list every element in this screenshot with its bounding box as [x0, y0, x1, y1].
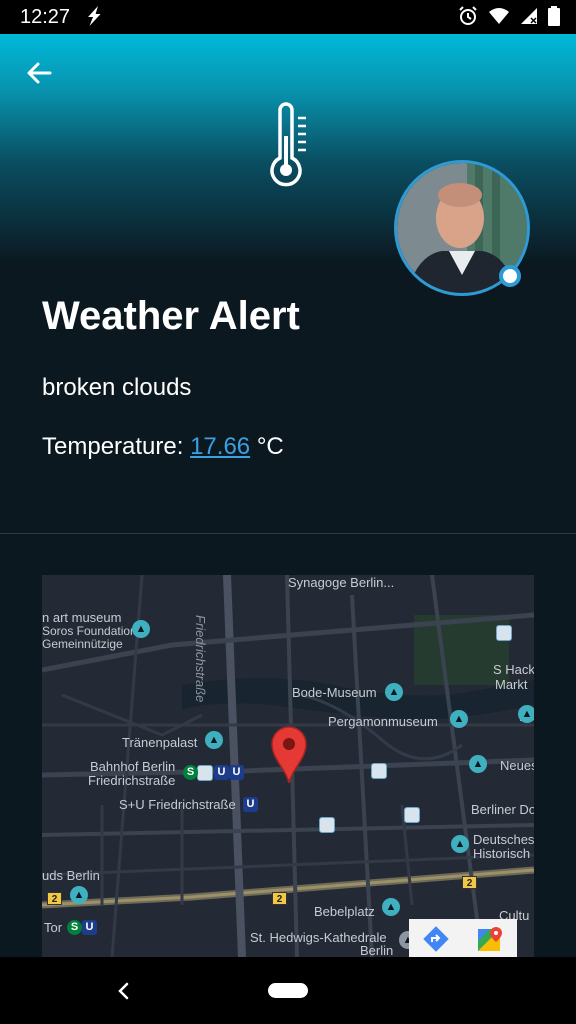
location-pin-icon[interactable]	[270, 725, 308, 785]
wifi-icon	[488, 7, 510, 25]
museum-poi-icon[interactable]: ▲	[132, 620, 150, 638]
status-bar: 12:27	[0, 0, 576, 34]
museum-poi-icon[interactable]: ▲	[205, 731, 223, 749]
road-number-badge: 2	[47, 892, 62, 905]
map-label: Bebelplatz	[314, 904, 375, 919]
map-label: n art museum	[42, 610, 122, 625]
thermometer-icon	[268, 102, 312, 188]
u-bahn-icon[interactable]: U	[214, 765, 229, 780]
u-bahn-icon[interactable]: U	[229, 765, 244, 780]
museum-poi-icon[interactable]: ▲	[70, 886, 88, 904]
nav-home-pill[interactable]	[268, 983, 308, 998]
directions-icon[interactable]	[419, 923, 453, 955]
status-time: 12:27	[20, 6, 71, 28]
map-label: Tor	[44, 920, 63, 935]
map-label: S+U Friedrichstraße	[119, 797, 236, 812]
map-label: Berlin	[360, 943, 394, 957]
tram-stop-icon[interactable]	[197, 765, 213, 781]
bus-stop-icon[interactable]	[496, 625, 512, 641]
map-label: uds Berlin	[42, 868, 100, 883]
battery-icon	[548, 6, 560, 26]
map-label: Deutsches	[473, 832, 534, 847]
map-label: Synagoge Berlin...	[288, 575, 395, 590]
alarm-icon	[458, 6, 478, 26]
google-maps-icon[interactable]	[473, 923, 507, 955]
signal-icon	[520, 7, 538, 25]
temperature-unit: °C	[256, 433, 284, 460]
temperature-row: Temperature: 17.66 °C	[42, 433, 284, 461]
temperature-value-link[interactable]: 17.66	[190, 433, 250, 460]
system-nav-bar	[0, 957, 576, 1024]
map-toolbar	[409, 919, 517, 957]
s-bahn-icon[interactable]: S	[67, 920, 82, 935]
museum-poi-icon[interactable]: ▲	[450, 710, 468, 728]
map-label: Friedrichstraße	[193, 615, 208, 703]
museum-poi-icon[interactable]: ▲	[385, 683, 403, 701]
map-label: S Hack	[493, 662, 534, 677]
bus-stop-icon[interactable]	[371, 763, 387, 779]
page-title: Weather Alert	[42, 294, 300, 338]
arrow-back-icon[interactable]	[22, 58, 56, 88]
map-label: Friedrichstraße	[88, 773, 176, 788]
bus-stop-icon[interactable]	[404, 807, 420, 823]
landmark-poi-icon[interactable]: ▲	[382, 898, 400, 916]
map-label: Gemeinnützige	[42, 637, 123, 651]
map-label: Soros Foundation	[42, 624, 137, 638]
weather-description: broken clouds	[42, 374, 192, 401]
s-bahn-icon[interactable]: S	[183, 765, 198, 780]
map-label: Markt	[495, 677, 528, 692]
map-label: Pergamonmuseum	[328, 714, 438, 729]
map-label: Historisch	[473, 846, 531, 861]
map-label: Berliner Do	[471, 802, 534, 817]
museum-poi-icon[interactable]: ▲	[518, 705, 534, 723]
temperature-label: Temperature:	[42, 433, 184, 460]
map-label: Bode-Museum	[292, 685, 377, 700]
road-number-badge: 2	[462, 876, 477, 889]
u-bahn-icon[interactable]: U	[82, 920, 97, 935]
location-map[interactable]: Synagoge Berlin... Friedrichstraße n art…	[42, 575, 534, 957]
flash-icon	[86, 6, 102, 31]
map-label: Neues	[500, 758, 534, 773]
online-status-indicator	[499, 265, 521, 287]
map-label: Bahnhof Berlin	[90, 759, 176, 774]
road-number-badge: 2	[272, 892, 287, 905]
map-label: Tränenpalast	[122, 735, 198, 750]
status-icons	[458, 6, 560, 26]
divider	[0, 533, 576, 534]
museum-poi-icon[interactable]: ▲	[451, 835, 469, 853]
nav-back-icon[interactable]	[112, 979, 136, 1003]
museum-poi-icon[interactable]: ▲	[469, 755, 487, 773]
bus-stop-icon[interactable]	[319, 817, 335, 833]
u-bahn-icon[interactable]: U	[243, 797, 258, 812]
